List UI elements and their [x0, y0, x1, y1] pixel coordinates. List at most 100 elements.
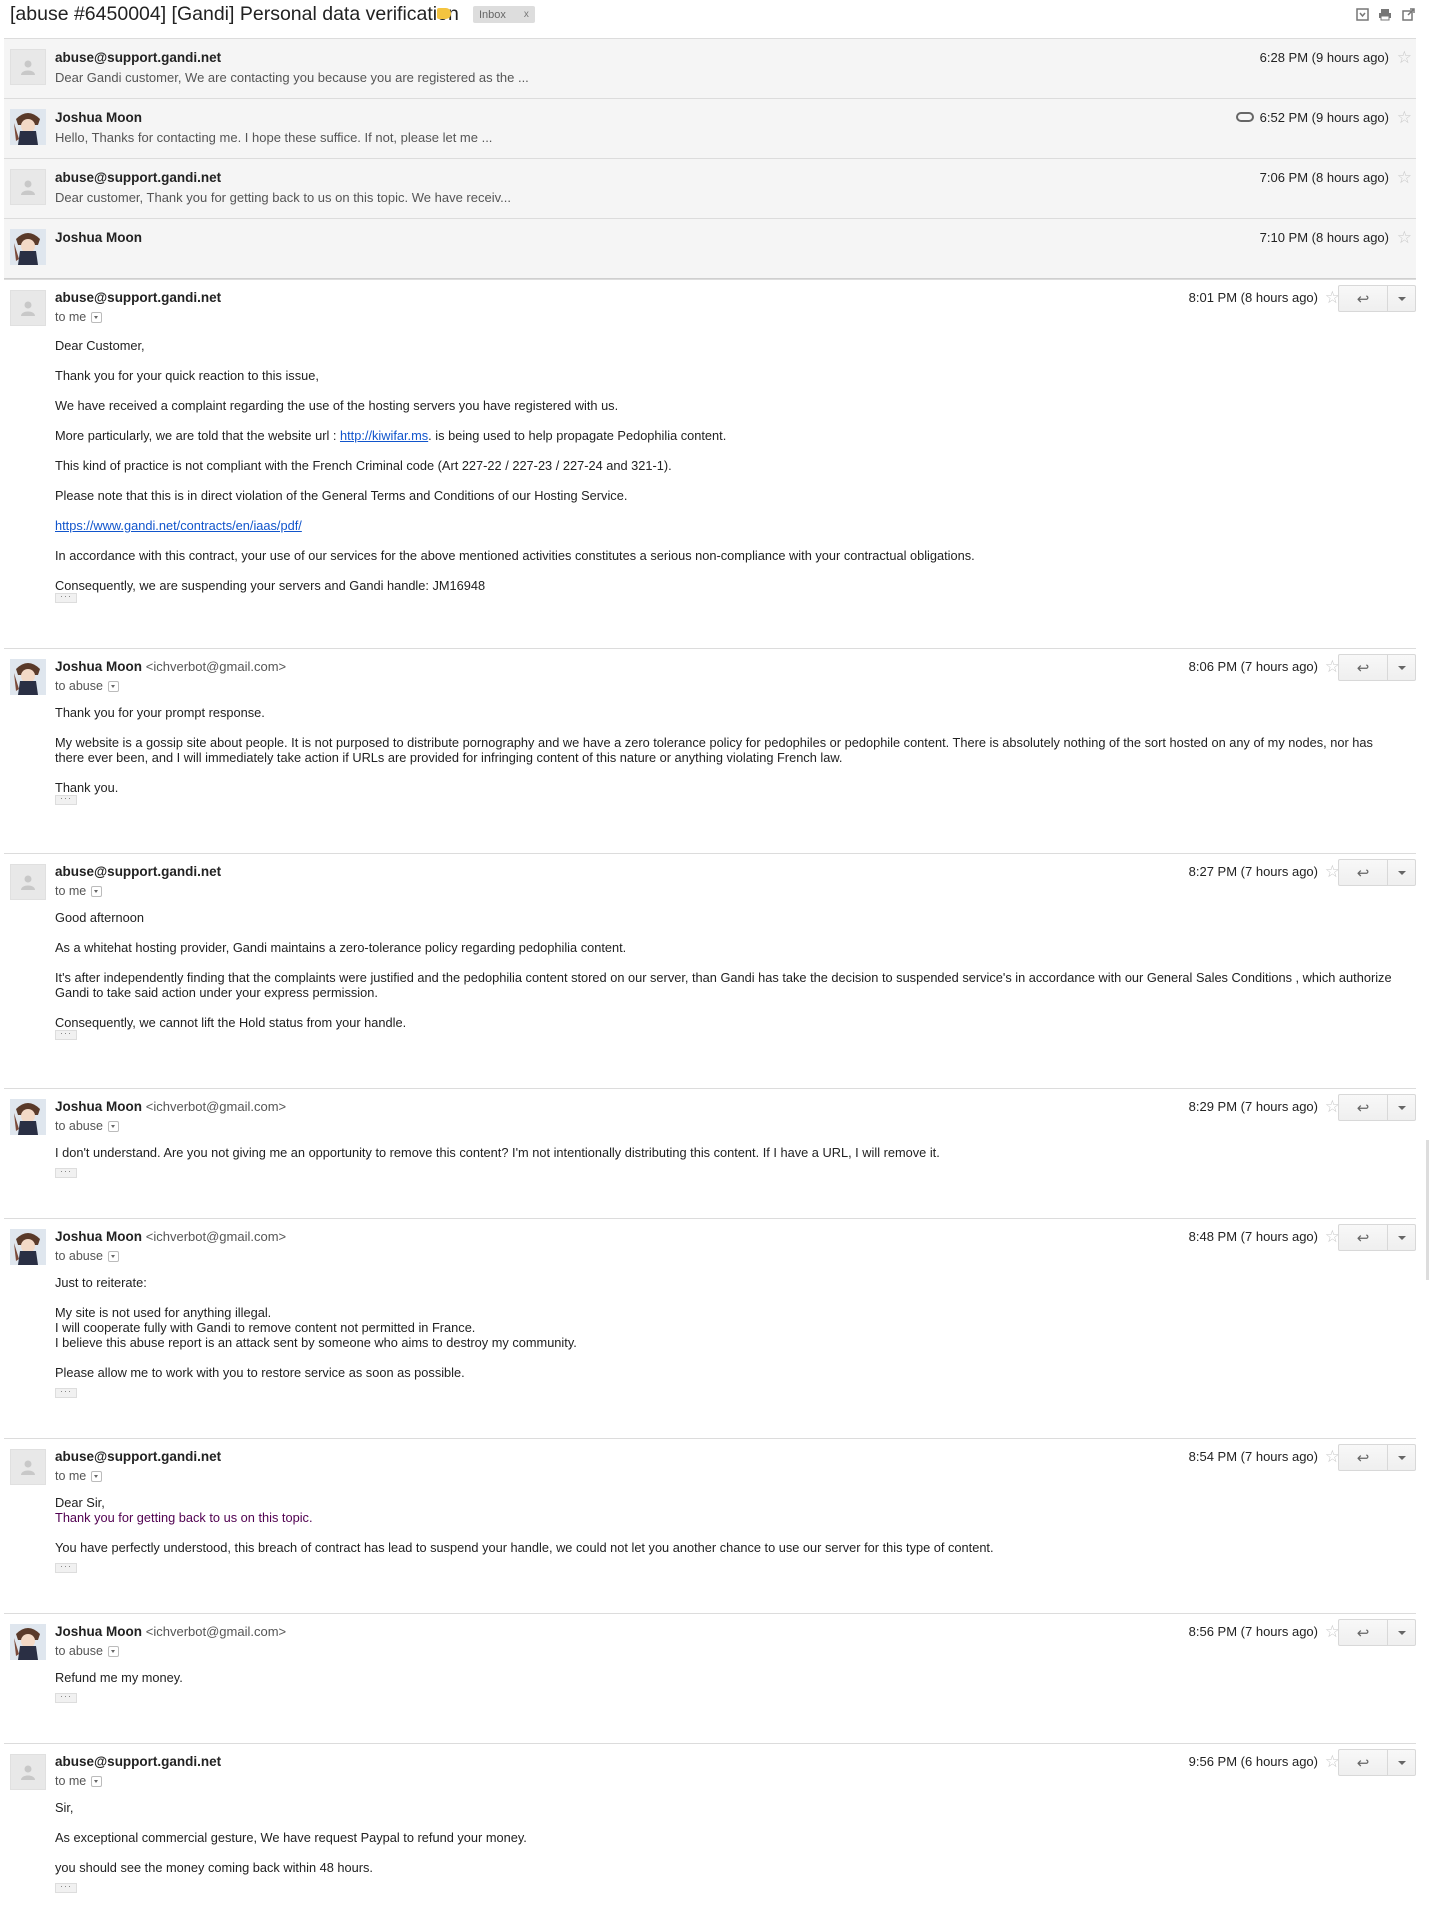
- body-paragraph: Good afternoon: [55, 910, 144, 925]
- body-paragraph: Please allow me to work with you to rest…: [55, 1365, 465, 1380]
- collapsed-message[interactable]: Joshua Moon 7:10 PM (8 hours ago) ☆: [4, 218, 1416, 279]
- collapsed-message[interactable]: abuse@support.gandi.net Dear customer, T…: [4, 158, 1416, 218]
- show-trimmed-content-button[interactable]: ···: [55, 1167, 77, 1178]
- default-avatar-icon: [10, 864, 46, 900]
- message-snippet: Hello, Thanks for contacting me. I hope …: [55, 130, 493, 145]
- message-time: 8:56 PM (7 hours ago): [1188, 1624, 1318, 1639]
- reply-icon: ↩: [1356, 1754, 1370, 1772]
- body-text: . is being used to help propagate Pedoph…: [428, 428, 727, 443]
- reply-button[interactable]: ↩: [1338, 285, 1388, 312]
- sender-name: Joshua Moon: [55, 230, 142, 245]
- show-trimmed-content-button[interactable]: ···: [55, 1029, 77, 1040]
- inbox-label-text[interactable]: Inbox: [479, 9, 506, 21]
- conversation-thread: abuse@support.gandi.net Dear Gandi custo…: [4, 38, 1416, 1904]
- body-paragraph: More particularly, we are told that the …: [55, 428, 1395, 443]
- expanded-message: Joshua Moon <ichverbot@gmail.com> to abu…: [4, 648, 1416, 853]
- more-options-button[interactable]: [1388, 859, 1416, 886]
- star-icon[interactable]: ☆: [1397, 168, 1412, 188]
- show-details-icon[interactable]: [107, 1250, 119, 1262]
- reply-button[interactable]: ↩: [1338, 1094, 1388, 1121]
- more-options-button[interactable]: [1388, 1094, 1416, 1121]
- more-options-button[interactable]: [1388, 1224, 1416, 1251]
- more-options-button[interactable]: [1388, 1619, 1416, 1646]
- show-trimmed-content-button[interactable]: ···: [55, 794, 77, 805]
- reply-button[interactable]: ↩: [1338, 1749, 1388, 1776]
- expand-all-icon[interactable]: [1355, 8, 1369, 22]
- reply-button[interactable]: ↩: [1338, 1224, 1388, 1251]
- expanded-message: abuse@support.gandi.net to me 9:56 PM (6…: [4, 1743, 1416, 1904]
- message-time: 8:48 PM (7 hours ago): [1188, 1229, 1318, 1244]
- show-details-icon[interactable]: [91, 311, 103, 323]
- show-trimmed-content-button[interactable]: ···: [55, 1387, 77, 1398]
- body-line: My site is not used for anything illegal…: [55, 1305, 272, 1320]
- recipient-text: to me: [55, 884, 87, 898]
- sender-name: Joshua Moon <ichverbot@gmail.com>: [55, 1624, 286, 1639]
- more-options-button[interactable]: [1388, 285, 1416, 312]
- show-trimmed-content-button[interactable]: ···: [55, 1692, 77, 1703]
- reply-button[interactable]: ↩: [1338, 654, 1388, 681]
- recipient-line[interactable]: to abuse: [55, 679, 119, 693]
- body-paragraph: Please note that this is in direct viola…: [55, 488, 628, 503]
- show-trimmed-content-button[interactable]: ···: [55, 592, 77, 603]
- message-time: 7:06 PM (8 hours ago): [1259, 170, 1389, 185]
- reply-icon: ↩: [1356, 290, 1370, 308]
- new-window-icon[interactable]: [1401, 8, 1415, 22]
- message-time: 6:52 PM (9 hours ago): [1259, 110, 1389, 125]
- more-options-button[interactable]: [1388, 1444, 1416, 1471]
- sender-email: <ichverbot@gmail.com>: [145, 1624, 287, 1639]
- recipient-text: to abuse: [55, 1644, 103, 1658]
- recipient-line[interactable]: to abuse: [55, 1644, 119, 1658]
- body-paragraph: Sir,: [55, 1800, 74, 1815]
- show-details-icon[interactable]: [91, 1775, 103, 1787]
- body-text: More particularly, we are told that the …: [55, 428, 340, 443]
- show-details-icon[interactable]: [107, 1645, 119, 1657]
- expanded-message: abuse@support.gandi.net to me 8:01 PM (8…: [4, 279, 1416, 648]
- sender-name: abuse@support.gandi.net: [55, 290, 222, 305]
- collapsed-message[interactable]: Joshua Moon Hello, Thanks for contacting…: [4, 98, 1416, 158]
- reply-button[interactable]: ↩: [1338, 859, 1388, 886]
- message-body: Good afternoon As a whitehat hosting pro…: [55, 910, 1395, 1045]
- sender-email: <ichverbot@gmail.com>: [145, 1099, 287, 1114]
- more-options-button[interactable]: [1388, 654, 1416, 681]
- sender-name: abuse@support.gandi.net: [55, 1449, 222, 1464]
- recipient-line[interactable]: to me: [55, 884, 103, 898]
- print-icon[interactable]: [1378, 8, 1392, 22]
- remove-label-icon[interactable]: x: [524, 9, 529, 20]
- show-details-icon[interactable]: [107, 1120, 119, 1132]
- photo-avatar-icon: [10, 1099, 46, 1135]
- show-trimmed-content-button[interactable]: ···: [55, 1562, 77, 1573]
- message-body: Dear Sir, Thank you for getting back to …: [55, 1495, 1395, 1573]
- body-paragraph: https://www.gandi.net/contracts/en/iaas/…: [55, 518, 1395, 533]
- show-trimmed-content-button[interactable]: ···: [55, 1882, 77, 1893]
- star-icon[interactable]: ☆: [1397, 48, 1412, 68]
- contract-link[interactable]: https://www.gandi.net/contracts/en/iaas/…: [55, 518, 302, 533]
- photo-avatar-icon: [10, 109, 46, 145]
- recipient-line[interactable]: to me: [55, 1774, 103, 1788]
- show-details-icon[interactable]: [107, 680, 119, 692]
- collapsed-message[interactable]: abuse@support.gandi.net Dear Gandi custo…: [4, 38, 1416, 98]
- reply-button[interactable]: ↩: [1338, 1444, 1388, 1471]
- sender-name: Joshua Moon <ichverbot@gmail.com>: [55, 1229, 286, 1244]
- body-paragraph: Thank you for your quick reaction to thi…: [55, 368, 319, 383]
- star-icon[interactable]: ☆: [1397, 108, 1412, 128]
- photo-avatar-icon: [10, 1229, 46, 1265]
- star-icon[interactable]: ☆: [1397, 228, 1412, 248]
- recipient-line[interactable]: to me: [55, 1469, 103, 1483]
- reply-icon: ↩: [1356, 1624, 1370, 1642]
- message-time: 7:10 PM (8 hours ago): [1259, 230, 1389, 245]
- recipient-line[interactable]: to abuse: [55, 1119, 119, 1133]
- show-details-icon[interactable]: [91, 885, 103, 897]
- recipient-line[interactable]: to abuse: [55, 1249, 119, 1263]
- label-tag-icon[interactable]: [437, 8, 451, 19]
- show-details-icon[interactable]: [91, 1470, 103, 1482]
- reply-button[interactable]: ↩: [1338, 1619, 1388, 1646]
- default-avatar-icon: [10, 290, 46, 326]
- body-paragraph: It's after independently finding that th…: [55, 970, 1392, 1000]
- body-paragraph: In accordance with this contract, your u…: [55, 548, 975, 563]
- more-options-button[interactable]: [1388, 1749, 1416, 1776]
- reported-url-link[interactable]: http://kiwifar.ms: [340, 428, 428, 443]
- inbox-label-chip[interactable]: Inbox x: [473, 6, 535, 23]
- recipient-line[interactable]: to me: [55, 310, 103, 324]
- body-paragraph: Just to reiterate:: [55, 1275, 147, 1290]
- message-body: I don't understand. Are you not giving m…: [55, 1145, 1395, 1178]
